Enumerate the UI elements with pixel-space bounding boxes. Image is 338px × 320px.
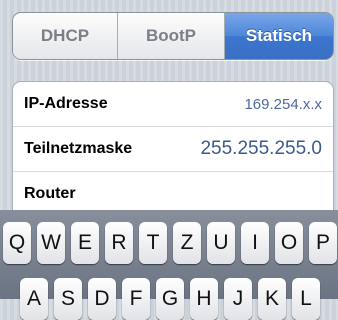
- segment-bootp[interactable]: BootP: [118, 13, 225, 59]
- key-i[interactable]: I: [241, 222, 269, 264]
- row-ip-address[interactable]: IP-Adresse 169.254.x.x: [13, 82, 333, 127]
- key-a[interactable]: A: [20, 278, 48, 320]
- network-mode-segmented-control: DHCP BootP Statisch: [12, 12, 334, 60]
- key-s[interactable]: S: [54, 278, 82, 320]
- key-k[interactable]: K: [258, 278, 286, 320]
- key-q[interactable]: Q: [3, 222, 31, 264]
- key-h[interactable]: H: [190, 278, 218, 320]
- ip-address-field[interactable]: 169.254.x.x: [244, 96, 322, 113]
- static-ip-settings-table: IP-Adresse 169.254.x.x Teilnetzmaske 255…: [12, 81, 334, 223]
- segment-dhcp[interactable]: DHCP: [13, 13, 118, 59]
- segment-statisch[interactable]: Statisch: [225, 13, 333, 59]
- key-l[interactable]: L: [292, 278, 320, 320]
- key-e[interactable]: E: [71, 222, 99, 264]
- subnet-mask-field[interactable]: 255.255.255.0: [200, 138, 322, 160]
- key-w[interactable]: W: [37, 222, 65, 264]
- row-subnet-mask[interactable]: Teilnetzmaske 255.255.255.0: [13, 127, 333, 172]
- key-o[interactable]: O: [275, 222, 303, 264]
- key-f[interactable]: F: [122, 278, 150, 320]
- key-d[interactable]: D: [88, 278, 116, 320]
- on-screen-keyboard: Q W E R T Z U I O P A S D F G H J K L: [0, 210, 338, 320]
- key-g[interactable]: G: [156, 278, 184, 320]
- key-u[interactable]: U: [207, 222, 235, 264]
- ip-address-label: IP-Adresse: [24, 95, 108, 112]
- key-r[interactable]: R: [105, 222, 133, 264]
- router-label: Router: [24, 185, 76, 202]
- key-z[interactable]: Z: [173, 222, 201, 264]
- subnet-mask-label: Teilnetzmaske: [24, 140, 133, 157]
- keyboard-row-1: Q W E R T Z U I O P: [3, 222, 337, 264]
- keyboard-row-2: A S D F G H J K L: [20, 278, 320, 320]
- key-j[interactable]: J: [224, 278, 252, 320]
- key-p[interactable]: P: [309, 222, 337, 264]
- key-t[interactable]: T: [139, 222, 167, 264]
